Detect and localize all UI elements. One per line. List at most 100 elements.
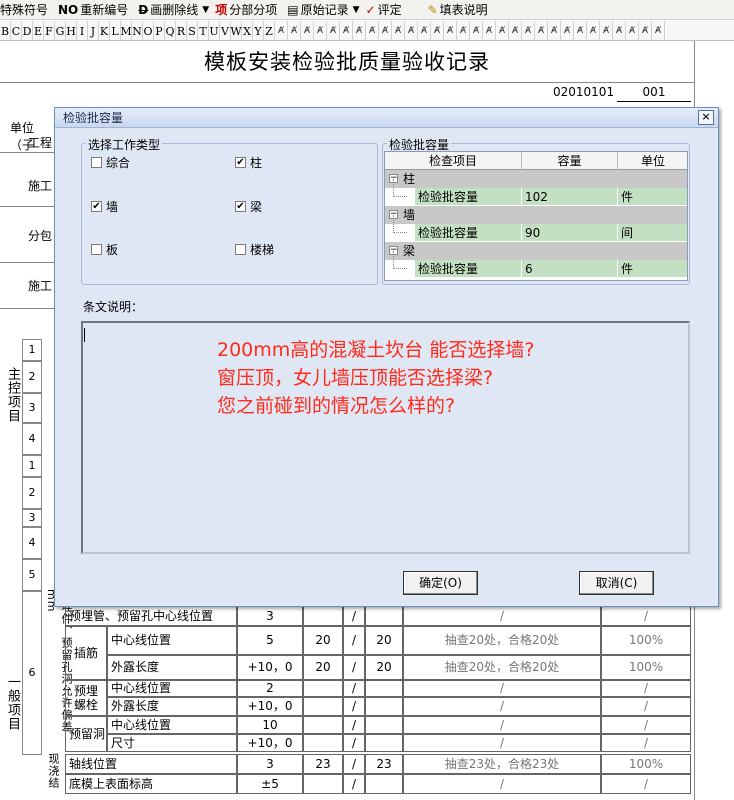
font-symbol-button[interactable]: Ⱥ <box>275 21 288 40</box>
font-letter-button[interactable]: Q <box>165 21 176 40</box>
pass-rate-cell[interactable]: 100% <box>601 655 691 680</box>
count-cell[interactable] <box>365 774 403 794</box>
font-symbol-button[interactable]: Ⱥ <box>379 21 392 40</box>
font-symbol-button[interactable]: Ⱥ <box>639 21 652 40</box>
font-letter-button[interactable]: W <box>230 21 242 40</box>
work-type-checkbox-comprehensive[interactable]: 综合 <box>91 154 130 171</box>
count-cell[interactable] <box>365 606 403 626</box>
font-letter-button[interactable]: E <box>33 21 44 40</box>
font-symbol-button[interactable]: Ⱥ <box>483 21 496 40</box>
count-cell[interactable]: 23 <box>365 754 403 774</box>
result-cell[interactable]: / <box>403 734 601 752</box>
font-symbol-button[interactable]: Ⱥ <box>444 21 457 40</box>
grid-cell-capacity[interactable]: 6 <box>522 260 618 278</box>
subdivision-button[interactable]: 项 分部分项 <box>215 0 277 19</box>
font-symbol-button[interactable]: Ⱥ <box>548 21 561 40</box>
font-symbol-button[interactable]: Ⱥ <box>366 21 379 40</box>
work-type-checkbox-column[interactable]: ✔ 柱 <box>235 154 262 171</box>
font-symbol-button[interactable]: Ⱥ <box>288 21 301 40</box>
font-letter-button[interactable]: R <box>176 21 187 40</box>
work-type-checkbox-beam[interactable]: ✔ 梁 <box>235 198 262 215</box>
grid-cell-item[interactable]: 检验批容量 <box>415 224 522 242</box>
font-letter-button[interactable]: C <box>11 21 22 40</box>
font-letter-button[interactable]: I <box>77 21 88 40</box>
grid-cell-unit[interactable]: 件 <box>618 260 687 278</box>
pass-rate-cell[interactable]: / <box>601 774 691 794</box>
font-symbol-button[interactable]: Ⱥ <box>626 21 639 40</box>
grid-group-row[interactable]: − 柱 <box>385 170 687 188</box>
font-letter-button[interactable]: P <box>154 21 165 40</box>
result-cell[interactable]: 抽查20处，合格20处 <box>403 626 601 655</box>
font-letter-button[interactable]: M <box>120 21 132 40</box>
result-cell[interactable]: / <box>403 774 601 794</box>
grid-cell-capacity[interactable]: 90 <box>522 224 618 242</box>
pass-rate-cell[interactable]: / <box>601 697 691 716</box>
special-symbol-button[interactable]: 特殊符号 <box>0 0 48 19</box>
font-letter-button[interactable]: O <box>143 21 154 40</box>
result-cell[interactable]: 抽查23处，合格23处 <box>403 754 601 774</box>
font-symbol-button[interactable]: Ⱥ <box>418 21 431 40</box>
font-letter-button[interactable]: S <box>187 21 198 40</box>
font-symbol-button[interactable]: Ⱥ <box>652 21 665 40</box>
font-symbol-button[interactable]: Ⱥ <box>353 21 366 40</box>
font-letter-button[interactable]: J <box>88 21 99 40</box>
fill-instructions-button[interactable]: ✎ 填表说明 <box>428 0 488 19</box>
ok-button[interactable]: 确定(O) <box>403 571 478 595</box>
font-letter-button[interactable]: L <box>110 21 121 40</box>
original-record-dropdown-icon[interactable]: ▼ <box>353 5 360 15</box>
count-cell[interactable]: 23 <box>303 754 343 774</box>
font-symbol-button[interactable]: Ⱥ <box>457 21 470 40</box>
pass-rate-cell[interactable]: / <box>601 680 691 697</box>
work-type-checkbox-slab[interactable]: 板 <box>91 241 118 258</box>
count-cell[interactable]: 20 <box>303 655 343 680</box>
font-symbol-button[interactable]: Ⱥ <box>509 21 522 40</box>
font-letter-button[interactable]: D <box>22 21 33 40</box>
form-number-field[interactable]: 001 <box>617 83 691 102</box>
font-symbol-button[interactable]: Ⱥ <box>327 21 340 40</box>
count-cell[interactable] <box>303 774 343 794</box>
work-type-checkbox-stairs[interactable]: 楼梯 <box>235 241 274 258</box>
font-symbol-button[interactable]: Ⱥ <box>301 21 314 40</box>
font-symbol-button[interactable]: Ⱥ <box>392 21 405 40</box>
font-symbol-button[interactable]: Ⱥ <box>496 21 509 40</box>
font-letter-button[interactable]: Y <box>253 21 264 40</box>
grid-group-row[interactable]: − 墙 <box>385 206 687 224</box>
font-letter-button[interactable]: U <box>209 21 220 40</box>
font-symbol-button[interactable]: Ⱥ <box>587 21 600 40</box>
grid-item-row[interactable]: 检验批容量 6 件 <box>385 251 687 278</box>
font-symbol-button[interactable]: Ⱥ <box>574 21 587 40</box>
font-symbol-button[interactable]: Ⱥ <box>314 21 327 40</box>
count-cell[interactable]: 20 <box>365 626 403 655</box>
font-symbol-button[interactable]: Ⱥ <box>561 21 574 40</box>
evaluate-button[interactable]: ✓ 评定 <box>366 0 402 19</box>
grid-item-row[interactable]: 检验批容量 102 件 <box>385 179 687 206</box>
count-cell[interactable]: 20 <box>365 655 403 680</box>
font-letter-button[interactable]: F <box>44 21 55 40</box>
pass-rate-cell[interactable]: / <box>601 606 691 626</box>
font-symbol-button[interactable]: Ⱥ <box>535 21 548 40</box>
pass-rate-cell[interactable]: / <box>601 734 691 752</box>
font-symbol-button[interactable]: Ⱥ <box>613 21 626 40</box>
count-cell[interactable] <box>303 680 343 697</box>
font-letter-button[interactable]: N <box>132 21 143 40</box>
font-symbol-button[interactable]: Ⱥ <box>522 21 535 40</box>
pass-rate-cell[interactable]: 100% <box>601 754 691 774</box>
count-cell[interactable] <box>365 697 403 716</box>
count-cell[interactable] <box>365 680 403 697</box>
result-cell[interactable]: 抽查20处，合格20处 <box>403 655 601 680</box>
cancel-button[interactable]: 取消(C) <box>579 571 654 595</box>
font-letter-button[interactable]: G <box>55 21 66 40</box>
grid-item-row[interactable]: 检验批容量 90 间 <box>385 215 687 242</box>
count-cell[interactable] <box>365 716 403 734</box>
original-record-button[interactable]: ▤ 原始记录 <box>287 0 348 19</box>
font-letter-button[interactable]: T <box>198 21 209 40</box>
font-letter-button[interactable]: B <box>0 21 11 40</box>
grid-cell-unit[interactable]: 间 <box>618 224 687 242</box>
grid-cell-item[interactable]: 检验批容量 <box>415 188 522 206</box>
font-symbol-button[interactable]: Ⱥ <box>470 21 483 40</box>
count-cell[interactable] <box>303 734 343 752</box>
pass-rate-cell[interactable]: 100% <box>601 626 691 655</box>
grid-cell-capacity[interactable]: 102 <box>522 188 618 206</box>
result-cell[interactable]: / <box>403 680 601 697</box>
font-letter-button[interactable]: K <box>99 21 110 40</box>
